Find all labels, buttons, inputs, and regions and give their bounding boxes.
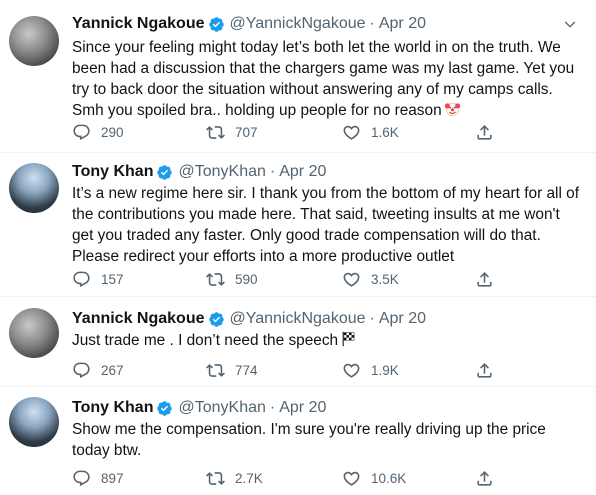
tweet-actions: 290 707 1.6K [72,122,502,142]
tweet-date[interactable]: Apr 20 [279,398,326,418]
tweet[interactable]: Yannick Ngakoue @YannickNgakoue · Apr 20… [0,297,596,386]
caret-down-icon[interactable] [562,16,578,32]
tweet-date[interactable]: Apr 20 [379,309,426,329]
like-button[interactable]: 1.6K [342,122,399,142]
like-count: 10.6K [371,470,407,486]
reply-count: 290 [101,124,124,140]
share-button[interactable] [475,468,494,488]
reply-count: 157 [101,271,124,287]
tweet-text: It’s a new regime here sir. I thank you … [72,183,582,267]
author-handle[interactable]: @TonyKhan [178,162,265,182]
reply-count: 267 [101,362,124,378]
avatar[interactable] [9,397,59,447]
tweet-header: Tony Khan @TonyKhan · Apr 20 [72,162,326,182]
share-button[interactable] [475,122,494,142]
checkered-flag-icon [342,331,355,347]
tweet-actions: 157 590 3.5K [72,269,502,289]
share-icon [477,470,492,486]
avatar[interactable] [9,308,59,358]
retweet-button[interactable]: 2.7K [206,468,263,488]
retweet-count: 590 [235,271,258,287]
separator-dot: · [269,399,276,416]
retweet-button[interactable]: 590 [206,269,258,289]
tweet-header: Tony Khan @TonyKhan · Apr 20 [72,398,326,418]
share-button[interactable] [475,269,494,289]
share-icon [477,362,492,378]
verified-badge-icon [157,400,173,416]
author-name[interactable]: Tony Khan [72,398,153,418]
share-button[interactable] [475,360,494,380]
tweet-header: Yannick Ngakoue @YannickNgakoue · Apr 20 [72,14,426,34]
like-icon [343,125,360,140]
like-count: 3.5K [371,271,399,287]
retweet-count: 774 [235,362,258,378]
retweet-button[interactable]: 774 [206,360,258,380]
author-name[interactable]: Yannick Ngakoue [72,309,205,329]
tweet-text-body: Just trade me . I don’t need the speech [72,332,339,349]
reply-icon [73,271,90,287]
tweet-actions: 897 2.7K 10.6K [72,468,502,488]
share-icon [477,271,492,287]
clown-face-icon [444,102,460,117]
like-button[interactable]: 10.6K [342,468,406,488]
share-icon [477,124,492,140]
tweet[interactable]: Yannick Ngakoue @YannickNgakoue · Apr 20… [0,0,596,152]
tweet[interactable]: Tony Khan @TonyKhan · Apr 20 It’s a new … [0,153,596,296]
tweet-text: Just trade me . I don’t need the speech [72,330,582,351]
like-count: 1.9K [371,362,399,378]
reply-icon [73,362,90,378]
separator-dot: · [369,310,375,327]
reply-button[interactable]: 897 [72,468,124,488]
reply-icon [73,470,90,486]
retweet-icon [206,363,225,377]
tweet-text: Since your feeling might today let’s bot… [72,37,582,121]
tweet-date[interactable]: Apr 20 [279,162,326,182]
like-button[interactable]: 3.5K [342,269,399,289]
reply-button[interactable]: 157 [72,269,124,289]
retweet-icon [206,125,225,139]
tweet[interactable]: Tony Khan @TonyKhan · Apr 20 Show me the… [0,387,596,495]
tweet-text: Show me the compensation. I'm sure you'r… [72,419,582,461]
like-button[interactable]: 1.9K [342,360,399,380]
tweet-text-body: Since your feeling might today let’s bot… [72,39,575,119]
verified-badge-icon [157,164,173,180]
reply-icon [73,124,90,140]
author-handle[interactable]: @YannickNgakoue [230,14,366,34]
avatar[interactable] [9,163,59,213]
avatar[interactable] [9,16,59,66]
like-icon [343,471,360,486]
tweet-thread: Yannick Ngakoue @YannickNgakoue · Apr 20… [0,0,596,495]
author-handle[interactable]: @TonyKhan [178,398,265,418]
author-handle[interactable]: @YannickNgakoue [230,309,366,329]
tweet-header: Yannick Ngakoue @YannickNgakoue · Apr 20 [72,309,426,329]
retweet-button[interactable]: 707 [206,122,258,142]
retweet-icon [206,471,225,485]
author-name[interactable]: Yannick Ngakoue [72,14,205,34]
like-icon [343,272,360,287]
reply-button[interactable]: 290 [72,122,124,142]
like-count: 1.6K [371,124,399,140]
reply-button[interactable]: 267 [72,360,124,380]
tweet-text-body: Show me the compensation. I'm sure you'r… [72,421,546,459]
reply-count: 897 [101,470,124,486]
tweet-date[interactable]: Apr 20 [379,14,426,34]
tweet-text-body: It’s a new regime here sir. I thank you … [72,185,579,265]
separator-dot: · [269,163,276,180]
tweet-actions: 267 774 1.9K [72,360,502,380]
verified-badge-icon [208,311,224,327]
author-name[interactable]: Tony Khan [72,162,153,182]
separator-dot: · [369,15,375,32]
like-icon [343,363,360,378]
verified-badge-icon [208,16,224,32]
retweet-count: 707 [235,124,258,140]
retweet-count: 2.7K [235,470,263,486]
retweet-icon [206,272,225,286]
